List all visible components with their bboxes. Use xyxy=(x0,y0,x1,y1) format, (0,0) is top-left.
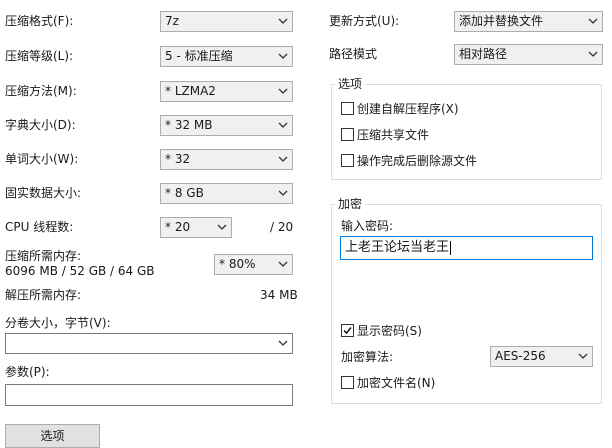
update-mode-value: 添加并替换文件 xyxy=(459,14,544,28)
mem-usage-value: * 80% xyxy=(219,257,256,271)
threads-value: * 20 xyxy=(165,220,191,234)
encrypt-names-checkbox[interactable] xyxy=(341,376,354,389)
path-label: 路径模式 xyxy=(329,47,378,61)
path-mode-select[interactable]: 相对路径 xyxy=(454,44,603,65)
format-value: 7z xyxy=(165,14,179,28)
shared-files-label: 压缩共享文件 xyxy=(357,128,430,142)
chevron-down-icon xyxy=(277,187,289,199)
split-size-combo[interactable] xyxy=(5,333,293,354)
dict-select[interactable]: * 32 MB xyxy=(160,115,293,136)
encryption-group xyxy=(331,204,602,404)
threads-select[interactable]: * 20 xyxy=(160,217,232,238)
chevron-down-icon xyxy=(587,48,599,60)
dict-value: * 32 MB xyxy=(165,118,213,132)
threads-max: / 20 xyxy=(270,220,294,234)
chevron-down-icon xyxy=(277,153,289,165)
method-select[interactable]: * LZMA2 xyxy=(160,81,293,102)
word-label: 单词大小(W): xyxy=(5,152,79,166)
mem-compress-detail: 6096 MB / 52 GB / 64 GB xyxy=(5,264,155,278)
password-input[interactable]: 上老王论坛当老王 xyxy=(340,236,593,260)
word-select[interactable]: * 32 xyxy=(160,149,293,170)
chevron-down-icon xyxy=(277,50,289,62)
level-label: 压缩等级(L): xyxy=(5,49,74,63)
chevron-down-icon xyxy=(277,15,289,27)
path-mode-value: 相对路径 xyxy=(459,47,508,61)
text-caret xyxy=(450,240,452,255)
word-value: * 32 xyxy=(165,152,191,166)
encrypt-names-label: 加密文件名(N) xyxy=(357,376,436,390)
password-value: 上老王论坛当老王 xyxy=(345,240,450,255)
level-value: 5 - 标准压缩 xyxy=(165,49,233,63)
params-label: 参数(P): xyxy=(5,365,50,379)
mem-usage-select[interactable]: * 80% xyxy=(214,254,293,275)
chevron-down-icon xyxy=(577,350,589,362)
mem-decompress-value: 34 MB xyxy=(260,288,298,302)
shared-files-checkbox[interactable] xyxy=(341,128,354,141)
mem-decompress-label: 解压所需内存: xyxy=(5,288,82,302)
delete-after-checkbox[interactable] xyxy=(341,154,354,167)
update-mode-select[interactable]: 添加并替换文件 xyxy=(454,11,603,32)
threads-label: CPU 线程数: xyxy=(5,220,74,234)
algo-label: 加密算法: xyxy=(341,350,394,364)
chevron-down-icon xyxy=(277,85,289,97)
chevron-down-icon xyxy=(587,15,599,27)
format-label: 压缩格式(F): xyxy=(5,14,74,28)
encryption-algo-value: AES-256 xyxy=(495,349,546,363)
options-group-title: 选项 xyxy=(335,77,366,91)
chevron-down-icon xyxy=(277,258,289,270)
options-button[interactable]: 选项 xyxy=(5,424,100,448)
solid-select[interactable]: * 8 GB xyxy=(160,183,293,204)
password-label: 输入密码: xyxy=(341,219,394,233)
show-password-label: 显示密码(S) xyxy=(357,324,422,338)
delete-after-label: 操作完成后删除源文件 xyxy=(357,154,478,168)
chevron-down-icon xyxy=(277,119,289,131)
checkmark-icon xyxy=(343,327,352,335)
encryption-group-title: 加密 xyxy=(335,197,366,211)
method-label: 压缩方法(M): xyxy=(5,84,77,98)
sfx-label: 创建自解压程序(X) xyxy=(357,102,459,116)
params-input[interactable] xyxy=(5,384,293,406)
chevron-down-icon xyxy=(277,337,289,349)
method-value: * LZMA2 xyxy=(165,84,216,98)
mem-compress-label: 压缩所需内存: xyxy=(5,249,82,263)
update-label: 更新方式(U): xyxy=(329,14,400,28)
sfx-checkbox[interactable] xyxy=(341,102,354,115)
dict-label: 字典大小(D): xyxy=(5,118,76,132)
chevron-down-icon xyxy=(216,221,228,233)
solid-label: 固实数据大小: xyxy=(5,186,82,200)
encryption-algo-select[interactable]: AES-256 xyxy=(490,346,593,367)
format-select[interactable]: 7z xyxy=(160,11,293,32)
show-password-checkbox[interactable] xyxy=(341,324,354,337)
level-select[interactable]: 5 - 标准压缩 xyxy=(160,46,293,67)
solid-value: * 8 GB xyxy=(165,186,204,200)
split-label: 分卷大小，字节(V): xyxy=(5,316,111,330)
